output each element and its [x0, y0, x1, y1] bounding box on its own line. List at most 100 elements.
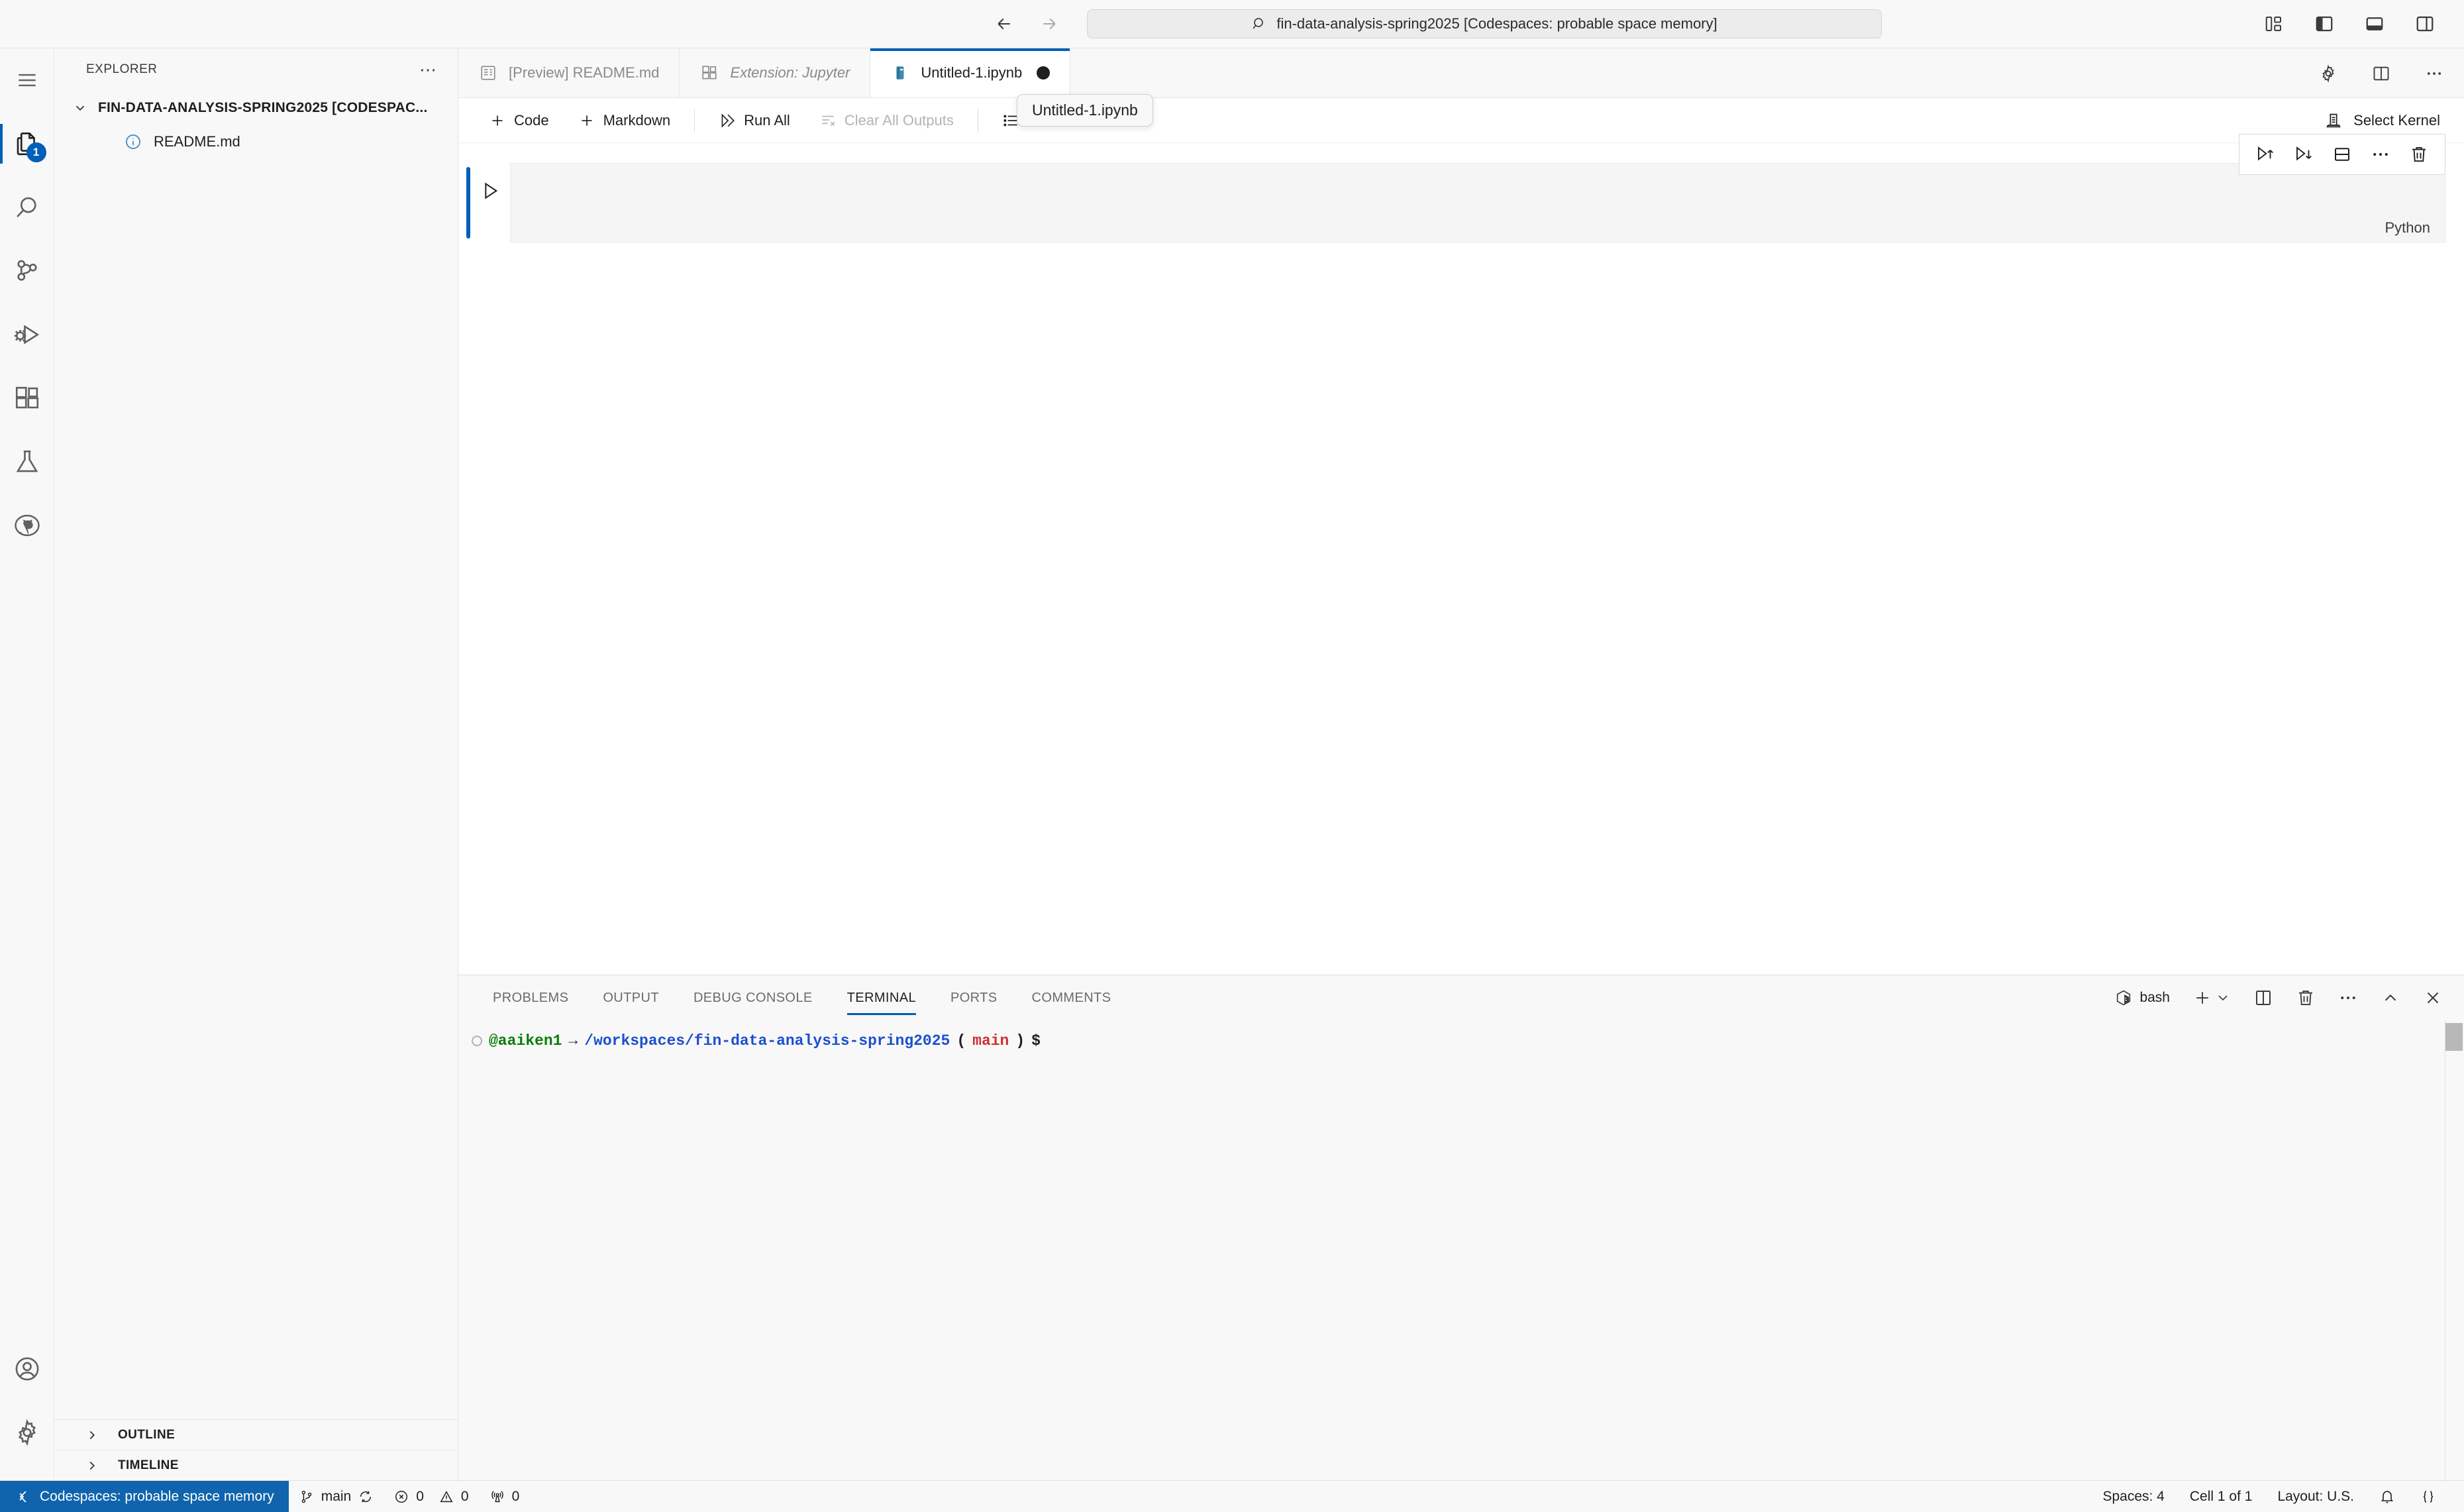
chevron-down-icon[interactable] [2215, 990, 2231, 1006]
arrow-right-icon[interactable] [1038, 13, 1060, 35]
select-kernel-label: Select Kernel [2353, 111, 2440, 129]
kill-terminal-trash-icon[interactable] [2296, 985, 2316, 1011]
tab-extension-jupyter[interactable]: Extension: Jupyter [680, 48, 871, 97]
maximize-panel-chevron-up-icon[interactable] [2381, 985, 2400, 1011]
sidebar-section-outline[interactable]: OUTLINE [54, 1419, 458, 1450]
hamburger-menu-icon[interactable] [0, 48, 54, 112]
customize-layout-icon[interactable] [2261, 11, 2286, 36]
split-editor-icon[interactable] [2370, 62, 2392, 85]
status-indentation-label: Spaces: 4 [2102, 1488, 2165, 1504]
tab-comments[interactable]: COMMENTS [1015, 975, 1129, 1020]
sidebar-item-extensions[interactable] [0, 366, 54, 430]
sidebar-section-timeline[interactable]: TIMELINE [54, 1450, 458, 1480]
clear-all-outputs-button[interactable]: Clear All Outputs [805, 105, 968, 136]
add-code-cell-button[interactable]: Code [474, 105, 564, 136]
panel-ellipsis-icon[interactable] [2338, 985, 2358, 1011]
status-keyboard-layout-label: Layout: U.S. [2277, 1488, 2354, 1504]
sidebar-item-testing[interactable] [0, 430, 54, 494]
title-bar-center: fin-data-analysis-spring2025 [Codespaces… [782, 0, 2093, 48]
tab-debug-console[interactable]: DEBUG CONSOLE [676, 975, 830, 1020]
status-keyboard-layout[interactable]: Layout: U.S. [2267, 1481, 2365, 1512]
panel-tab-bar: PROBLEMS OUTPUT DEBUG CONSOLE TERMINAL P… [458, 975, 2464, 1020]
git-branch-icon [299, 1489, 314, 1504]
terminal-tab-bash[interactable]: bash [2114, 985, 2170, 1011]
status-branch[interactable]: main [289, 1481, 384, 1512]
terminal-output[interactable]: @aaiken1 → /workspaces/fin-data-analysis… [458, 1020, 2464, 1480]
sidebar-item-github[interactable] [0, 494, 54, 557]
ellipsis-icon[interactable]: ⋯ [419, 61, 438, 78]
cell-language-label[interactable]: Python [2385, 219, 2431, 237]
notebook-cell[interactable]: Python [466, 134, 2464, 243]
status-problems[interactable]: 0 0 [384, 1481, 479, 1512]
tab-output[interactable]: OUTPUT [586, 975, 676, 1020]
new-terminal-button[interactable] [2192, 985, 2231, 1011]
status-remote-indicator[interactable]: Codespaces: probable space memory [0, 1480, 289, 1512]
terminal-user: @aaiken1 [489, 1032, 562, 1050]
gear-icon[interactable] [0, 1401, 54, 1464]
radio-tower-icon [490, 1489, 505, 1504]
select-kernel-button[interactable]: Select Kernel [2324, 111, 2440, 130]
tab-label: Extension: Jupyter [730, 64, 850, 81]
clear-outputs-icon [819, 112, 837, 129]
bottom-panel: PROBLEMS OUTPUT DEBUG CONSOLE TERMINAL P… [458, 975, 2464, 1480]
tab-untitled-notebook[interactable]: Untitled-1.ipynb [870, 48, 1071, 97]
status-bar-right: Spaces: 4 Cell 1 of 1 Layout: U.S. [2092, 1481, 2464, 1512]
trash-icon[interactable] [2400, 135, 2438, 174]
panel-tab-label: COMMENTS [1031, 990, 1111, 1005]
plus-icon [2192, 988, 2212, 1008]
terminal-path: /workspaces/fin-data-analysis-spring2025 [584, 1032, 950, 1050]
sync-icon[interactable] [358, 1489, 373, 1504]
tab-problems[interactable]: PROBLEMS [476, 975, 586, 1020]
status-warning-count: 0 [460, 1488, 469, 1504]
file-item-readme[interactable]: README.md [54, 125, 458, 158]
sidebar-section-label: TIMELINE [118, 1458, 179, 1472]
terminal-scrollbar[interactable] [2444, 1020, 2464, 1480]
tab-terminal[interactable]: TERMINAL [830, 975, 933, 1020]
add-markdown-label: Markdown [603, 111, 671, 129]
sidebar-item-source-control[interactable] [0, 239, 54, 303]
run-cell-button[interactable] [470, 163, 510, 243]
split-terminal-icon[interactable] [2253, 985, 2273, 1011]
status-ports[interactable]: 0 [480, 1481, 531, 1512]
ellipsis-icon[interactable] [2423, 62, 2445, 85]
status-ports-count: 0 [511, 1488, 520, 1504]
toggle-panel-icon[interactable] [2362, 11, 2387, 36]
terminal-shell-label: bash [2139, 990, 2170, 1005]
gear-icon[interactable] [2317, 62, 2339, 85]
terminal-scrollbar-thumb[interactable] [2445, 1023, 2463, 1051]
command-center-text: fin-data-analysis-spring2025 [Codespaces… [1276, 15, 1718, 32]
file-item-label: README.md [154, 133, 240, 150]
workspace-folder-row[interactable]: FIN-DATA-ANALYSIS-SPRING2025 [CODESPAC..… [54, 91, 458, 125]
sidebar-item-search[interactable] [0, 176, 54, 239]
chevron-right-icon [85, 1458, 99, 1473]
close-panel-icon[interactable] [2423, 985, 2443, 1011]
more-actions-icon[interactable] [2361, 135, 2400, 174]
sidebar-item-run-and-debug[interactable] [0, 303, 54, 366]
toggle-secondary-sidebar-icon[interactable] [2412, 11, 2438, 36]
cell-code-input[interactable]: Python [510, 163, 2445, 243]
toggle-primary-sidebar-icon[interactable] [2312, 11, 2337, 36]
split-cell-icon[interactable] [2323, 135, 2361, 174]
account-icon[interactable] [0, 1337, 54, 1401]
command-center[interactable]: fin-data-analysis-spring2025 [Codespaces… [1087, 9, 1882, 38]
tab-readme-preview[interactable]: [Preview] README.md [458, 48, 680, 97]
sidebar-item-explorer[interactable]: 1 [0, 112, 54, 176]
status-braces[interactable] [2410, 1481, 2447, 1512]
arrow-left-icon[interactable] [993, 13, 1015, 35]
remote-icon [15, 1489, 30, 1505]
status-branch-label: main [321, 1488, 352, 1504]
run-below-icon[interactable] [2284, 135, 2323, 174]
warning-icon [439, 1489, 454, 1504]
extension-icon [699, 63, 719, 83]
panel-actions: bash [2114, 985, 2443, 1011]
status-cell-position[interactable]: Cell 1 of 1 [2179, 1481, 2263, 1512]
run-all-button[interactable]: Run All [704, 105, 805, 136]
run-all-label: Run All [744, 111, 790, 129]
editor-tab-tooltip: Untitled-1.ipynb [1017, 94, 1153, 127]
tab-ports[interactable]: PORTS [933, 975, 1015, 1020]
status-notifications[interactable] [2369, 1481, 2406, 1512]
add-markdown-cell-button[interactable]: Markdown [564, 105, 685, 136]
status-indentation[interactable]: Spaces: 4 [2092, 1481, 2175, 1512]
dirty-indicator[interactable] [1037, 66, 1051, 80]
run-above-icon[interactable] [2246, 135, 2284, 174]
